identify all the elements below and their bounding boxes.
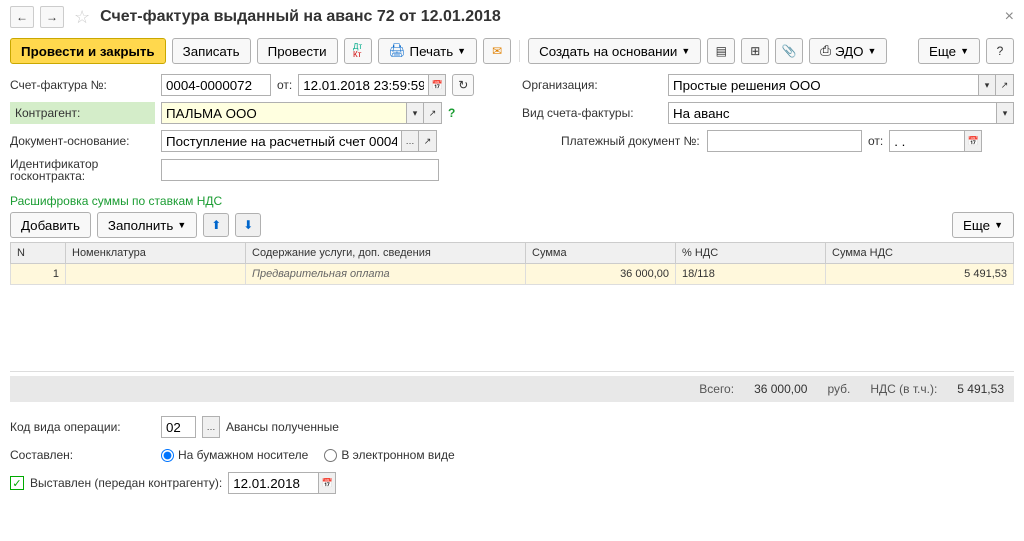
col-n[interactable]: N (11, 243, 66, 264)
col-vat-pct[interactable]: % НДС (676, 243, 826, 264)
basis-ellipsis[interactable]: … (401, 130, 419, 152)
move-up-button[interactable]: ⬆ (203, 213, 229, 237)
op-code-label: Код вида операции: (10, 420, 155, 434)
col-sum[interactable]: Сумма (526, 243, 676, 264)
invoice-no-input[interactable] (161, 74, 271, 96)
print-label: Печать (410, 44, 454, 59)
payment-doc-label: Платежный документ №: (561, 134, 701, 148)
help-button[interactable]: ? (986, 38, 1014, 64)
cell-n: 1 (11, 264, 66, 285)
nav-back-button[interactable]: ← (10, 6, 34, 28)
post-button[interactable]: Провести (257, 38, 338, 64)
fill-label: Заполнить (108, 218, 173, 233)
save-button[interactable]: Записать (172, 38, 251, 64)
dt-kt-button[interactable]: ДтКт (344, 38, 372, 64)
cell-sum: 36 000,00 (526, 264, 676, 285)
org-dropdown[interactable]: ▾ (978, 74, 996, 96)
total-value: 36 000,00 (754, 382, 807, 396)
close-button[interactable]: × (1005, 8, 1014, 26)
move-down-button[interactable]: ⬇ (235, 213, 261, 237)
op-code-desc: Авансы полученные (226, 420, 339, 434)
counterparty-open[interactable]: ↗ (424, 102, 442, 124)
vat-label: НДС (в т.ч.): (870, 382, 937, 396)
cell-content: Предварительная оплата (246, 264, 526, 285)
totals-bar: Всего: 36 000,00 руб. НДС (в т.ч.): 5 49… (10, 376, 1014, 402)
calendar-button[interactable]: 📅 (428, 74, 446, 96)
page-title: Счет-фактура выданный на аванс 72 от 12.… (100, 8, 501, 26)
col-vat-sum[interactable]: Сумма НДС (826, 243, 1014, 264)
op-code-input[interactable] (161, 416, 196, 438)
radio-electronic-label: В электронном виде (341, 448, 454, 462)
table-more-label: Еще (963, 218, 990, 233)
currency-label: руб. (827, 382, 850, 396)
sent-label: Выставлен (передан контрагенту): (30, 476, 222, 490)
counterparty-help[interactable]: ? (448, 106, 455, 120)
col-content[interactable]: Содержание услуги, доп. сведения (246, 243, 526, 264)
post-and-close-button[interactable]: Провести и закрыть (10, 38, 166, 64)
radio-paper[interactable]: На бумажном носителе (161, 448, 308, 462)
date-input[interactable] (298, 74, 428, 96)
invoice-type-dropdown[interactable]: ▾ (996, 102, 1014, 124)
total-label: Всего: (699, 382, 734, 396)
invoice-type-input[interactable] (668, 102, 996, 124)
add-row-button[interactable]: Добавить (10, 212, 91, 238)
payment-doc-input[interactable] (707, 130, 862, 152)
cell-nomenclature (66, 264, 246, 285)
basis-label: Документ-основание: (10, 134, 155, 148)
state-id-label: Идентификатор госконтракта: (10, 158, 155, 182)
org-open[interactable]: ↗ (996, 74, 1014, 96)
edo-label: ЭДО (835, 44, 864, 59)
section-title: Расшифровка суммы по ставкам НДС (10, 188, 1014, 212)
create-based-button[interactable]: Создать на основании▼ (528, 38, 701, 64)
email-button[interactable]: ✉ (483, 38, 511, 64)
state-id-input[interactable] (161, 159, 439, 181)
envelope-icon: ✉ (492, 44, 502, 58)
printer-icon: 🖨 (389, 43, 406, 59)
counterparty-input[interactable] (161, 102, 406, 124)
from-label: от: (277, 78, 292, 92)
create-based-label: Создать на основании (539, 44, 677, 59)
org-label: Организация: (522, 78, 662, 92)
print-button[interactable]: 🖨Печать▼ (378, 38, 478, 64)
sent-date-input[interactable] (228, 472, 318, 494)
cell-vat-pct: 18/118 (676, 264, 826, 285)
refresh-button[interactable]: ↻ (452, 74, 474, 96)
counterparty-dropdown[interactable]: ▾ (406, 102, 424, 124)
basis-open[interactable]: ↗ (419, 130, 437, 152)
issued-label: Составлен: (10, 448, 155, 462)
table-more-button[interactable]: Еще ▼ (952, 212, 1014, 238)
related-button[interactable]: ⊞ (741, 38, 769, 64)
vat-value: 5 491,53 (957, 382, 1004, 396)
fill-button[interactable]: Заполнить ▼ (97, 212, 197, 238)
radio-paper-label: На бумажном носителе (178, 448, 308, 462)
counterparty-label: Контрагент: (10, 102, 155, 124)
nav-forward-button[interactable]: → (40, 6, 64, 28)
org-input[interactable] (668, 74, 978, 96)
invoice-no-label: Счет-фактура №: (10, 78, 155, 92)
cell-vat-sum: 5 491,53 (826, 264, 1014, 285)
col-nomenclature[interactable]: Номенклатура (66, 243, 246, 264)
attach-button[interactable]: 📎 (775, 38, 803, 64)
op-code-ellipsis[interactable]: … (202, 416, 220, 438)
payment-calendar-button[interactable]: 📅 (964, 130, 982, 152)
edo-icon: ⎙ (820, 43, 831, 59)
payment-date-input[interactable] (889, 130, 964, 152)
edo-button[interactable]: ⎙ ЭДО▼ (809, 38, 887, 64)
more-label: Еще (929, 44, 956, 59)
vat-table: N Номенклатура Содержание услуги, доп. с… (10, 242, 1014, 285)
invoice-type-label: Вид счета-фактуры: (522, 106, 662, 120)
favorite-icon[interactable]: ☆ (74, 7, 90, 28)
sent-checkbox[interactable]: ✓ (10, 476, 24, 490)
payment-from-label: от: (868, 134, 883, 148)
basis-input[interactable] (161, 130, 401, 152)
report-button[interactable]: ▤ (707, 38, 735, 64)
more-button[interactable]: Еще▼ (918, 38, 980, 64)
radio-electronic[interactable]: В электронном виде (324, 448, 454, 462)
sent-calendar-button[interactable]: 📅 (318, 472, 336, 494)
table-row[interactable]: 1 Предварительная оплата 36 000,00 18/11… (11, 264, 1014, 285)
